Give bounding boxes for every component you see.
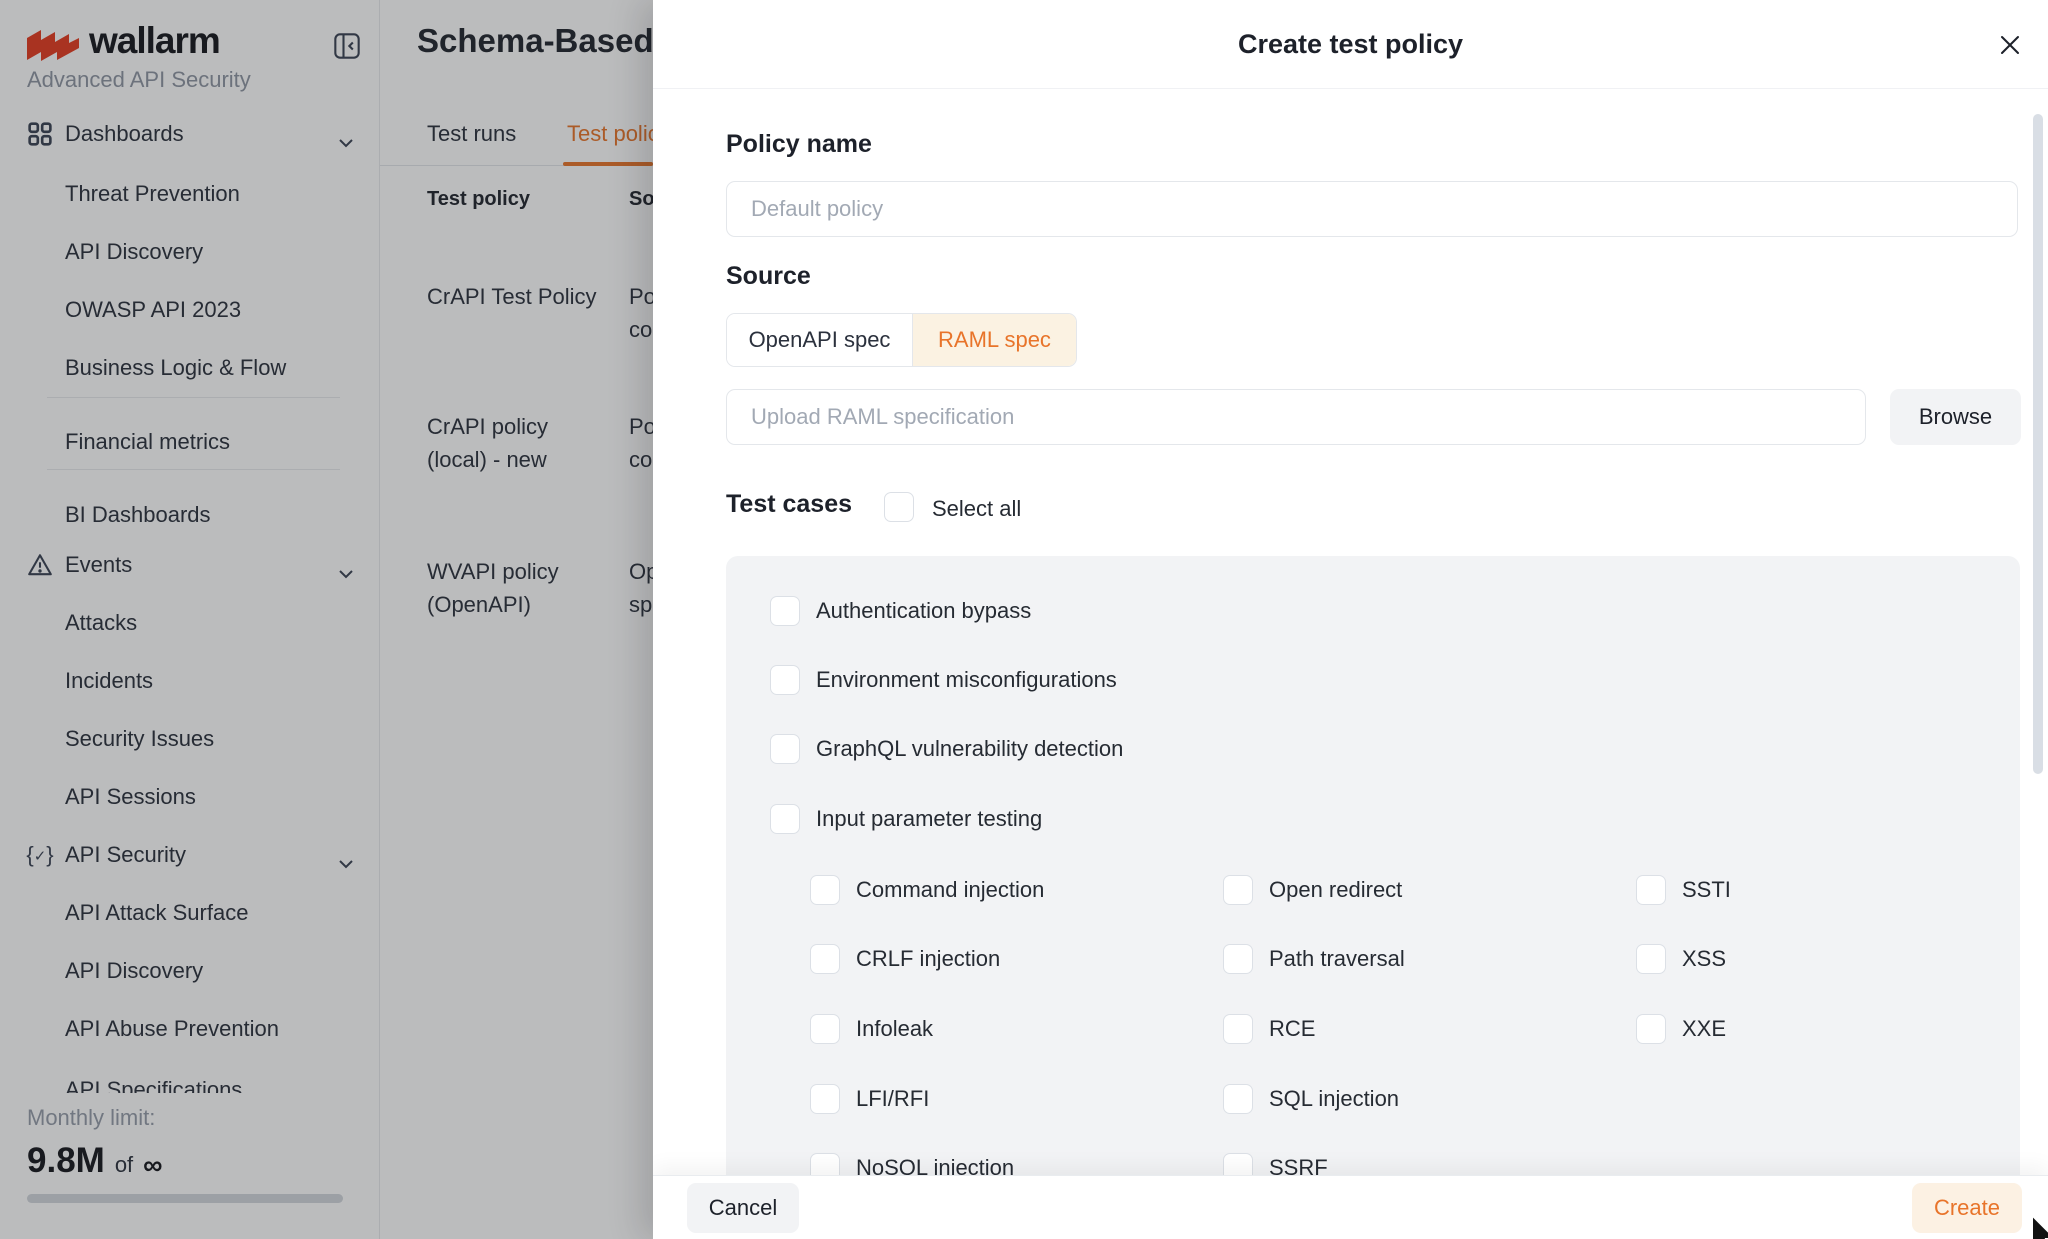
test-case-label: CRLF injection (856, 946, 1000, 972)
test-case-graphql-vulnerability-detection: GraphQL vulnerability detection (770, 734, 1123, 764)
test-case-checkbox[interactable] (810, 1084, 840, 1114)
test-case-checkbox[interactable] (1223, 875, 1253, 905)
test-case-label: LFI/RFI (856, 1086, 929, 1112)
modal-backdrop[interactable] (0, 0, 653, 1239)
create-test-policy-modal: Create test policy Policy name Source Op… (653, 0, 2048, 1239)
test-case-infoleak: Infoleak (810, 1014, 1223, 1044)
test-case-xss: XSS (1636, 944, 2048, 974)
test-case-path-traversal: Path traversal (1223, 944, 1636, 974)
modal-scrollbar-thumb[interactable] (2033, 114, 2043, 774)
policy-name-input[interactable] (726, 181, 2018, 237)
test-case-label: SSTI (1682, 877, 1731, 903)
input-parameter-row: Infoleak RCE XXE (810, 1014, 2048, 1044)
test-case-checkbox[interactable] (770, 734, 800, 764)
source-option-openapi-spec[interactable]: OpenAPI spec (727, 314, 913, 366)
test-cases-label: Test cases (726, 490, 852, 519)
test-case-checkbox[interactable] (1636, 875, 1666, 905)
test-case-label: XSS (1682, 946, 1726, 972)
modal-footer: Cancel Create (653, 1175, 2048, 1239)
create-button[interactable]: Create (1912, 1183, 2022, 1233)
test-case-label: RCE (1269, 1016, 1315, 1042)
test-case-ssti: SSTI (1636, 875, 2048, 905)
test-case-checkbox[interactable] (810, 875, 840, 905)
test-case-label: Authentication bypass (816, 598, 1031, 624)
test-case-checkbox[interactable] (1223, 1084, 1253, 1114)
test-case-label: Command injection (856, 877, 1044, 903)
test-case-checkbox[interactable] (1223, 944, 1253, 974)
test-case-checkbox[interactable] (1223, 1014, 1253, 1044)
test-case-authentication-bypass: Authentication bypass (770, 596, 1031, 626)
close-icon (1998, 33, 2022, 57)
test-case-label: GraphQL vulnerability detection (816, 736, 1123, 762)
test-case-label: Open redirect (1269, 877, 1402, 903)
app-root: wallarm Advanced API Security Dashboards (0, 0, 2048, 1239)
test-case-label: Infoleak (856, 1016, 933, 1042)
test-case-command-injection: Command injection (810, 875, 1223, 905)
test-case-label: XXE (1682, 1016, 1726, 1042)
test-case-label: Environment misconfigurations (816, 667, 1117, 693)
test-cases-panel: Authentication bypass Environment miscon… (726, 556, 2020, 1239)
modal-header: Create test policy (653, 0, 2048, 89)
test-case-label: Path traversal (1269, 946, 1405, 972)
test-case-lfi-rfi: LFI/RFI (810, 1084, 1223, 1114)
source-option-raml-spec-selected[interactable]: RAML spec (913, 314, 1076, 366)
source-label: Source (726, 262, 811, 291)
test-case-checkbox[interactable] (810, 944, 840, 974)
test-case-checkbox[interactable] (770, 804, 800, 834)
input-parameter-row: CRLF injection Path traversal XSS (810, 944, 2048, 974)
upload-raml-input[interactable] (726, 389, 1866, 445)
modal-title: Create test policy (653, 0, 2048, 89)
select-all-label: Select all (932, 496, 1021, 522)
test-case-checkbox[interactable] (770, 665, 800, 695)
test-case-label: Input parameter testing (816, 806, 1042, 832)
select-all-checkbox[interactable] (884, 492, 914, 522)
test-case-checkbox[interactable] (1636, 1014, 1666, 1044)
input-parameter-row: Command injection Open redirect SSTI (810, 875, 2048, 905)
test-case-open-redirect: Open redirect (1223, 875, 1636, 905)
test-case-input-parameter-testing: Input parameter testing (770, 804, 1042, 834)
input-parameter-row: LFI/RFI SQL injection (810, 1084, 1636, 1114)
test-case-checkbox[interactable] (1636, 944, 1666, 974)
test-case-crlf-injection: CRLF injection (810, 944, 1223, 974)
test-case-rce: RCE (1223, 1014, 1636, 1044)
test-case-xxe: XXE (1636, 1014, 2048, 1044)
policy-name-label: Policy name (726, 130, 872, 159)
cancel-button[interactable]: Cancel (687, 1183, 799, 1233)
source-toggle: OpenAPI spec RAML spec (726, 313, 1077, 367)
test-case-label: SQL injection (1269, 1086, 1399, 1112)
browse-button[interactable]: Browse (1890, 389, 2021, 445)
test-case-checkbox[interactable] (770, 596, 800, 626)
close-button[interactable] (1996, 31, 2024, 59)
test-case-sql-injection: SQL injection (1223, 1084, 1636, 1114)
test-case-environment-misconfigurations: Environment misconfigurations (770, 665, 1117, 695)
test-case-checkbox[interactable] (810, 1014, 840, 1044)
